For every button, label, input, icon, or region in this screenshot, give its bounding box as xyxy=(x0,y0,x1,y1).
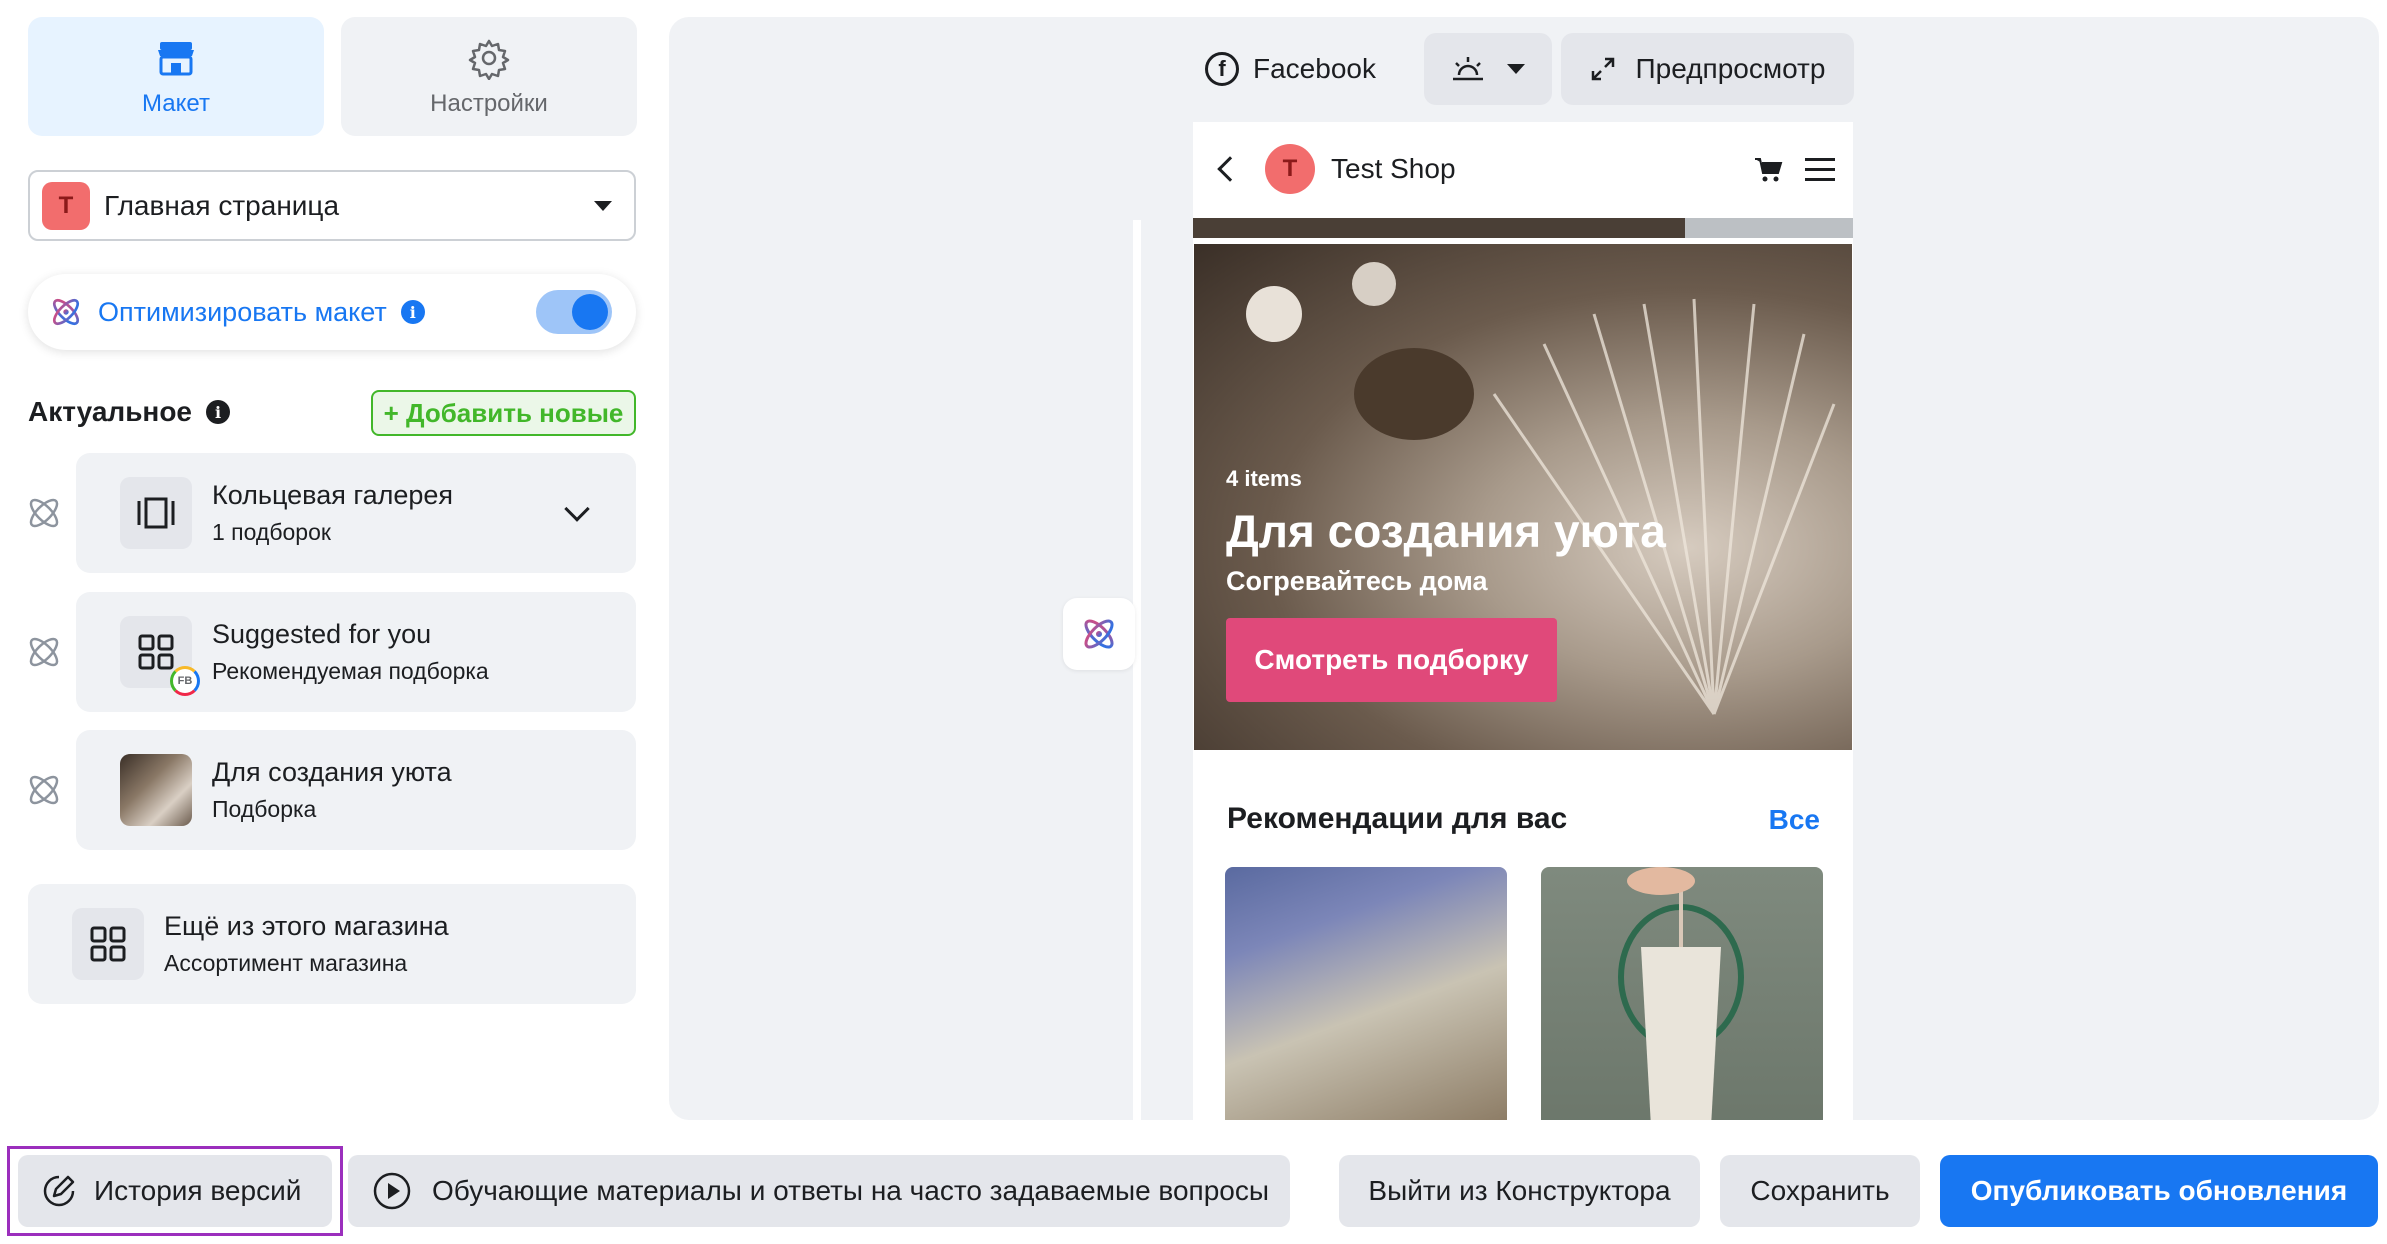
theme-selector[interactable] xyxy=(1424,33,1552,105)
tutorials-label: Обучающие материалы и ответы на часто за… xyxy=(432,1175,1269,1206)
tab-settings[interactable]: Настройки xyxy=(341,17,637,136)
view-collection-button[interactable]: Смотреть подборку xyxy=(1226,618,1557,702)
featured-item-subtitle: 1 подборок xyxy=(212,519,331,545)
atom-drag-icon[interactable] xyxy=(24,770,64,810)
hero-subtitle: Согревайтесь дома xyxy=(1226,566,1488,596)
shop-avatar: T xyxy=(1265,144,1315,194)
atom-drag-icon[interactable] xyxy=(24,632,64,672)
shop-name: Test Shop xyxy=(1331,153,1456,184)
optimize-layout-label: Оптимизировать макет xyxy=(98,296,387,327)
product-image xyxy=(1618,867,1744,1120)
shop-header: T Test Shop xyxy=(1193,122,1853,216)
menu-icon[interactable] xyxy=(1805,157,1835,181)
more-section-subtitle: Ассортимент магазина xyxy=(164,950,408,976)
gear-icon xyxy=(468,39,510,80)
caret-down-icon xyxy=(594,200,612,211)
featured-title-text: Актуальное xyxy=(28,396,193,427)
cart-icon[interactable] xyxy=(1753,154,1783,184)
atom-drag-icon[interactable] xyxy=(24,493,64,533)
featured-item-suggested[interactable]: FB Suggested for you Рекомендуемая подбо… xyxy=(76,592,636,712)
add-new-button[interactable]: + Добавить новые xyxy=(371,390,636,436)
tutorials-button[interactable]: Обучающие материалы и ответы на часто за… xyxy=(348,1155,1290,1227)
more-from-shop-section[interactable]: Ещё из этого магазина Ассортимент магази… xyxy=(28,884,636,1004)
store-icon xyxy=(158,41,194,75)
tab-settings-label: Настройки xyxy=(430,89,548,117)
chevron-down-icon[interactable] xyxy=(564,496,590,522)
hero-title: Для создания уюта xyxy=(1226,505,1666,557)
hero-collection-banner[interactable]: 4 items Для создания уюта Согревайтесь д… xyxy=(1194,244,1852,750)
more-section-title: Ещё из этого магазина xyxy=(164,911,449,941)
optimize-atom-button[interactable] xyxy=(1063,598,1135,670)
preview-label: Предпросмотр xyxy=(1635,53,1826,84)
product-card[interactable] xyxy=(1225,867,1507,1120)
version-history-label: История версий xyxy=(94,1175,302,1206)
featured-item-title: Suggested for you xyxy=(212,619,432,649)
hero-items-count: 4 items xyxy=(1226,466,1302,491)
featured-section-title: Актуальное i xyxy=(28,396,231,428)
version-history-button[interactable]: История версий xyxy=(18,1155,332,1227)
exit-builder-button[interactable]: Выйти из Конструктора xyxy=(1339,1155,1700,1227)
fb-badge: FB xyxy=(170,666,200,696)
atom-icon xyxy=(1084,619,1114,649)
featured-item-title: Для создания уюта xyxy=(212,757,452,787)
featured-item-title: Кольцевая галерея xyxy=(212,480,454,510)
featured-item-carousel[interactable]: Кольцевая галерея 1 подборок xyxy=(76,453,636,573)
featured-item-subtitle: Рекомендуемая подборка xyxy=(212,658,489,684)
edit-history-icon xyxy=(43,1175,75,1207)
page-selector-value: Главная страница xyxy=(104,189,340,221)
platform-label: Facebook xyxy=(1253,53,1376,84)
phone-preview: T Test Shop 4 items Для создания уюта Со… xyxy=(1193,122,1853,1120)
product-card[interactable] xyxy=(1541,867,1823,1120)
grid-icon: FB xyxy=(120,616,200,696)
page-avatar: T xyxy=(42,181,90,230)
featured-item-subtitle: Подборка xyxy=(212,796,317,822)
atom-icon xyxy=(52,298,80,326)
info-icon[interactable]: i xyxy=(400,300,425,324)
info-icon[interactable]: i xyxy=(206,400,231,424)
optimize-layout-toggle[interactable] xyxy=(536,290,612,334)
carousel-icon xyxy=(120,477,192,549)
save-button[interactable]: Сохранить xyxy=(1720,1155,1920,1227)
see-all-link[interactable]: Все xyxy=(1769,804,1820,836)
expand-icon xyxy=(1591,57,1614,81)
recommendations-title: Рекомендации для вас xyxy=(1227,802,1568,835)
canvas-divider xyxy=(1133,220,1141,1120)
sunrise-icon xyxy=(1453,57,1483,81)
publish-updates-button[interactable]: Опубликовать обновления xyxy=(1940,1155,2378,1227)
page-selector[interactable]: T Главная страница xyxy=(28,170,636,241)
grid-icon xyxy=(72,908,144,980)
tab-layout[interactable]: Макет xyxy=(28,17,324,136)
facebook-icon: f xyxy=(1205,52,1239,86)
play-icon xyxy=(373,1172,411,1210)
optimize-layout-row: Оптимизировать макет i xyxy=(28,274,636,350)
platform-selector[interactable]: f Facebook xyxy=(1185,33,1396,105)
carousel-progress xyxy=(1193,218,1853,238)
collection-thumbnail xyxy=(120,754,192,826)
caret-down-icon xyxy=(1507,64,1525,74)
featured-item-collection[interactable]: Для создания уюта Подборка xyxy=(76,730,636,850)
tab-layout-label: Макет xyxy=(142,89,210,117)
back-icon[interactable] xyxy=(1217,156,1243,182)
preview-button[interactable]: Предпросмотр xyxy=(1561,33,1854,105)
